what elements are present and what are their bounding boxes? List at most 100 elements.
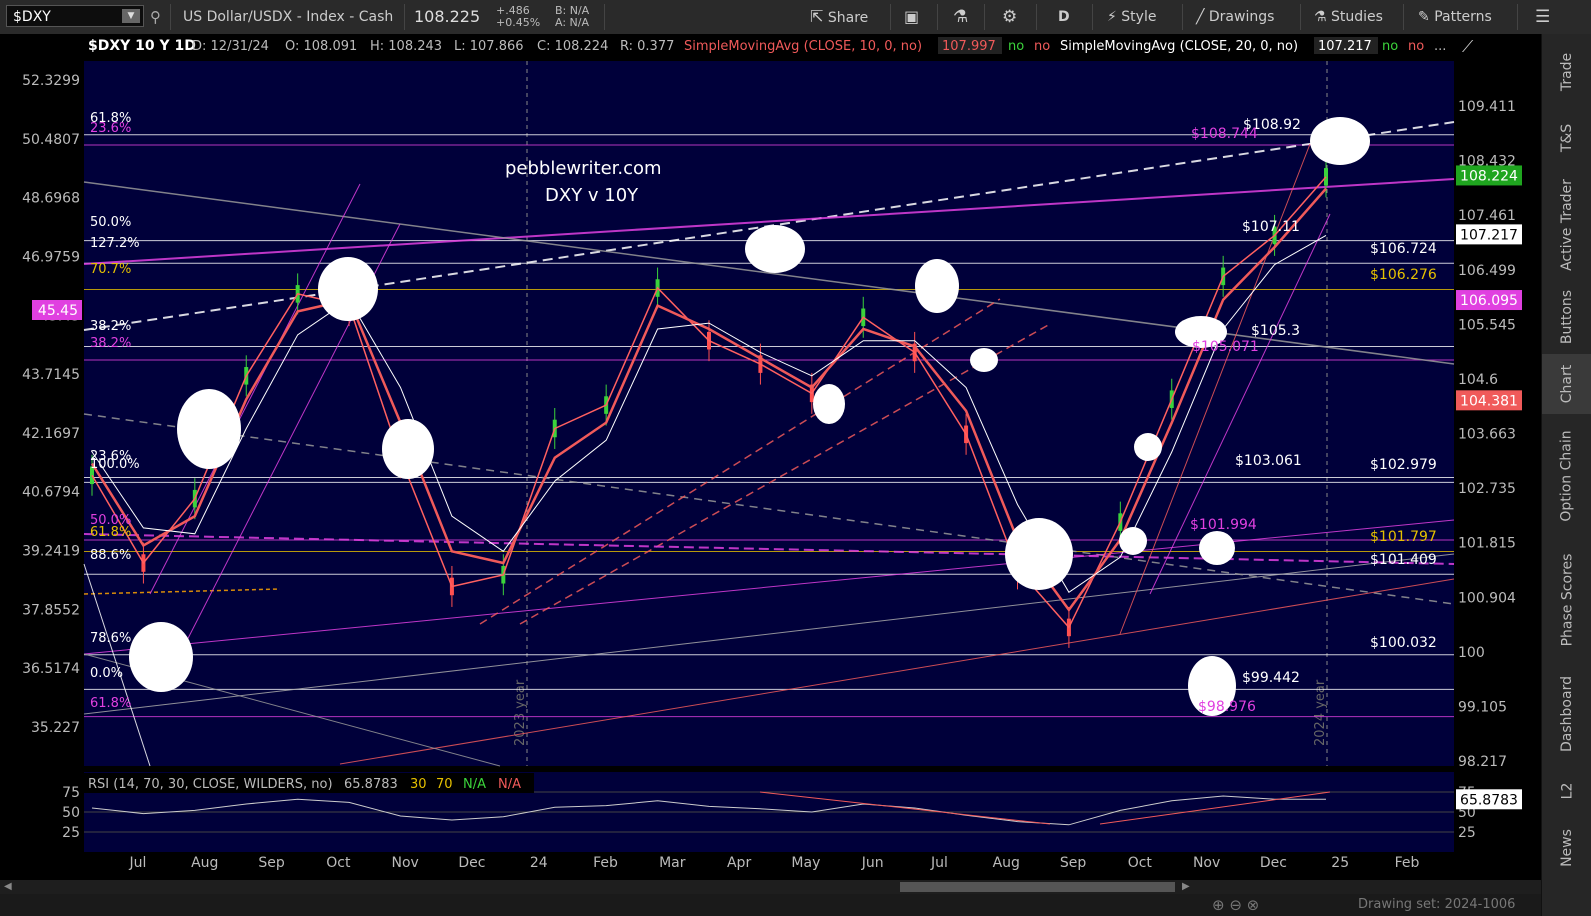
patterns-button[interactable]: ✎ Patterns	[1418, 0, 1492, 34]
fib-label: 78.6%	[90, 631, 131, 646]
fib-label: 70.7%	[90, 262, 131, 277]
tab-active-trader[interactable]: Active Trader	[1542, 170, 1591, 280]
annotation-line2: DXY v 10Y	[545, 185, 639, 206]
chart-settings-icon[interactable]: ⟋	[1462, 37, 1474, 56]
left-axis-tick: 43.7145	[22, 367, 80, 383]
fib-label: 38.2%	[90, 336, 131, 351]
x-axis-tick: Feb	[593, 855, 618, 871]
share-icon: ⇱	[810, 7, 824, 26]
header-close: C: 108.224	[537, 39, 608, 54]
left-axis-tick: 50.4807	[22, 132, 80, 148]
x-axis-tick: 24	[530, 855, 548, 871]
left-axis-tick: 40.6794	[22, 485, 80, 501]
x-axis-tick: Feb	[1395, 855, 1420, 871]
tab-trade[interactable]: Trade	[1542, 38, 1591, 106]
price-level-label: $100.032	[1370, 635, 1437, 651]
bottom-bar: ⊕ ⊖ ⊗ Drawing set: 2024-1006	[0, 894, 1541, 916]
x-axis-tick: Aug	[993, 855, 1020, 871]
x-axis-tick: Dec	[458, 855, 485, 871]
horizontal-scrollbar[interactable]: ◀ ▶	[0, 880, 1541, 894]
x-axis-tick: Aug	[191, 855, 218, 871]
price-level-label: $108.744	[1191, 126, 1258, 142]
x-axis-tick: Sep	[1060, 855, 1087, 871]
share-button[interactable]: ⇱ Share	[810, 0, 868, 34]
tab-level2[interactable]: L2	[1542, 766, 1591, 816]
style-icon: ⚡	[1107, 9, 1117, 25]
right-axis-tick: 100.904	[1458, 590, 1516, 606]
chevron-down-icon[interactable]: ▼	[122, 9, 140, 23]
x-axis-tick: Jul	[129, 855, 147, 871]
x-axis-tick: Nov	[1193, 855, 1220, 871]
chart-area[interactable]: 2023 year 2024 year 61.8% 23.6% 50.0% 127.2%…	[0, 34, 1541, 880]
right-axis-tick: 105.545	[1458, 317, 1516, 333]
right-axis-tick: 104.6	[1458, 372, 1498, 388]
tab-news[interactable]: News	[1542, 818, 1591, 878]
gear-icon[interactable]: ⚙	[1002, 0, 1017, 34]
rsi-value: 65.8783	[344, 777, 398, 792]
left-axis-tick: 35.227	[31, 720, 80, 736]
x-axis-tick: Sep	[258, 855, 285, 871]
right-axis-tick: 106.499	[1458, 263, 1516, 279]
highlight-oval	[382, 419, 434, 479]
price-level-label: $101.409	[1370, 552, 1437, 568]
aggregation-button[interactable]: D	[1058, 0, 1070, 34]
highlight-oval	[1310, 117, 1370, 165]
studies-button[interactable]: ⚗ Studies	[1314, 0, 1383, 34]
chart-title: $DXY 10 Y 1D	[88, 38, 196, 54]
price-level-label: $105.3	[1251, 323, 1300, 339]
change-pct: +0.45%	[496, 16, 541, 29]
scroll-thumb[interactable]	[900, 882, 1175, 892]
flask-icon[interactable]: ⚗	[953, 0, 968, 34]
highlight-oval	[318, 257, 378, 321]
candle-body	[1324, 168, 1328, 186]
zoom-controls-icon[interactable]: ⊕ ⊖ ⊗	[1212, 896, 1259, 914]
symbol-input[interactable]: $DXY ▼	[6, 5, 144, 27]
x-axis-tick: Oct	[1128, 855, 1153, 871]
tab-option-chain[interactable]: Option Chain	[1542, 416, 1591, 536]
drawings-button[interactable]: ╱ Drawings	[1196, 0, 1274, 34]
fib-label: 50.0%	[90, 215, 131, 230]
tab-chart[interactable]: Chart	[1542, 354, 1591, 414]
x-axis-tick: Apr	[727, 855, 751, 871]
menu-icon[interactable]: ☰	[1535, 0, 1550, 34]
x-axis-tick: Jul	[930, 855, 948, 871]
x-axis-tick: Mar	[659, 855, 686, 871]
tab-time-and-sales[interactable]: T&S	[1542, 108, 1591, 168]
patterns-label: Patterns	[1434, 9, 1492, 25]
tab-phase-scores[interactable]: Phase Scores	[1542, 538, 1591, 662]
flask-studies-icon: ⚗	[1314, 9, 1327, 25]
price-level-label: $105.071	[1192, 339, 1259, 355]
sma10-label: SimpleMovingAvg (CLOSE, 10, 0, no)	[684, 39, 922, 54]
tab-buttons[interactable]: Buttons	[1542, 282, 1591, 352]
tab-chart-label: Chart	[1558, 364, 1575, 404]
sma10-flag-1: no	[1008, 39, 1024, 54]
scroll-left-icon[interactable]: ◀	[4, 882, 14, 892]
screenshot-icon[interactable]: ▣	[904, 0, 919, 34]
highlight-oval	[1119, 527, 1147, 555]
rsi-value-tag: 65.8783	[1460, 792, 1518, 808]
scroll-right-icon[interactable]: ▶	[1182, 882, 1192, 892]
header-date: D: 12/31/24	[192, 39, 269, 54]
chart-canvas[interactable]: 2023 year 2024 year 61.8%23.6%50.0%127.2%…	[0, 34, 1541, 880]
right-axis-tick: 103.663	[1458, 427, 1516, 443]
header-range: R: 0.377	[620, 39, 674, 54]
tab-level2-label: L2	[1559, 782, 1575, 800]
highlight-oval	[1134, 433, 1162, 461]
right-axis-tick: 107.461	[1458, 208, 1516, 224]
main-plot-background	[84, 61, 1454, 766]
right-axis-tick: 101.815	[1458, 536, 1516, 552]
last-price: 108.225	[414, 7, 481, 26]
sma20-flag-2: no	[1408, 39, 1424, 54]
tab-dashboard[interactable]: Dashboard	[1542, 664, 1591, 764]
right-axis-tag: 106.095	[1460, 293, 1518, 309]
drawing-set-label: Drawing set: 2024-1006	[1358, 897, 1516, 912]
header-low: L: 107.866	[454, 39, 524, 54]
price-level-label: $107.11	[1242, 219, 1300, 235]
rsi-level-30: 30	[410, 777, 427, 792]
fib-label: 23.6%	[90, 121, 131, 136]
legend-more[interactable]: ...	[1434, 39, 1446, 54]
link-icon[interactable]: ⚲	[150, 0, 161, 34]
style-button[interactable]: ⚡ Style	[1107, 0, 1156, 34]
header-high: H: 108.243	[370, 39, 442, 54]
symbol-description: US Dollar/USDX - Index - Cash	[183, 9, 394, 25]
